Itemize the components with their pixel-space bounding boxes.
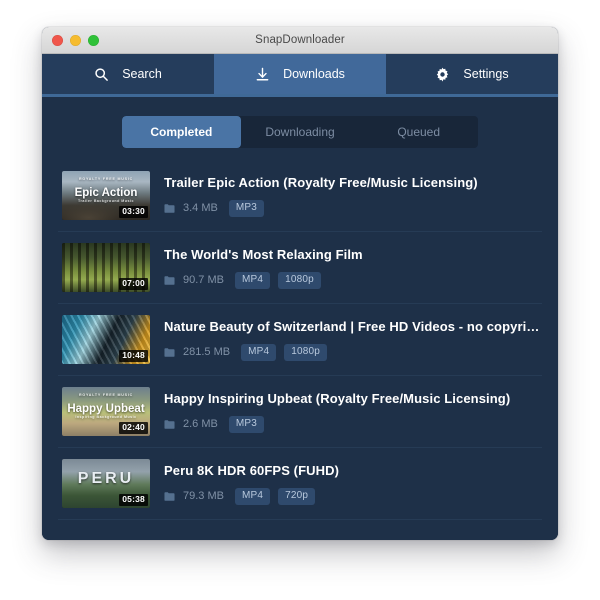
video-thumbnail[interactable]: 10:48: [62, 315, 150, 364]
download-info: The World's Most Relaxing Film 90.7 MB M…: [164, 247, 542, 289]
filter-tab-downloading[interactable]: Downloading: [241, 116, 360, 148]
nav-tab-downloads[interactable]: Downloads: [214, 54, 386, 94]
main-navbar: Search Downloads Settings: [42, 54, 558, 97]
folder-icon[interactable]: [164, 275, 175, 286]
folder-icon[interactable]: [164, 491, 175, 502]
download-title: Trailer Epic Action (Royalty Free/Music …: [164, 174, 478, 190]
duration-badge: 05:38: [119, 494, 148, 506]
duration-badge: 10:48: [119, 350, 148, 362]
traffic-lights: [52, 27, 99, 53]
download-meta: 3.4 MB MP3: [164, 199, 542, 217]
thumbnail-sub-text: Trailer Background Music: [78, 199, 134, 203]
search-icon: [94, 67, 109, 82]
folder-icon[interactable]: [164, 203, 175, 214]
thumbnail-caption: Happy Upbeat: [67, 403, 145, 415]
file-size: 3.4 MB: [183, 202, 218, 214]
status-filter-tabs: Completed Downloading Queued: [122, 116, 478, 148]
video-thumbnail[interactable]: 07:00: [62, 243, 150, 292]
download-meta: 2.6 MB MP3: [164, 415, 542, 433]
window-title: SnapDownloader: [255, 34, 345, 46]
file-size: 79.3 MB: [183, 490, 224, 502]
format-chip: 720p: [278, 487, 316, 505]
download-info: Happy Inspiring Upbeat (Royalty Free/Mus…: [164, 391, 542, 433]
download-icon: [255, 67, 270, 82]
thumbnail-top-text: ROYALTY FREE MUSIC: [78, 177, 134, 181]
filter-tab-completed-label: Completed: [150, 125, 213, 139]
download-row[interactable]: 10:48 Nature Beauty of Switzerland | Fre…: [58, 304, 542, 376]
nav-tab-settings-label: Settings: [463, 67, 509, 81]
download-info: Trailer Epic Action (Royalty Free/Music …: [164, 175, 542, 217]
video-thumbnail[interactable]: ROYALTY FREE MUSIC Happy Upbeat Inspiring …: [62, 387, 150, 436]
duration-badge: 02:40: [119, 422, 148, 434]
download-title: Nature Beauty of Switzerland | Free HD V…: [164, 318, 542, 334]
file-size: 281.5 MB: [183, 346, 231, 358]
folder-icon[interactable]: [164, 347, 175, 358]
download-row[interactable]: PERU 05:38 Peru 8K HDR 60FPS (FUHD) 79.3…: [58, 448, 542, 520]
nav-tab-search[interactable]: Search: [42, 54, 214, 94]
download-row[interactable]: ROYALTY FREE MUSIC Epic Action Trailer Bac…: [58, 160, 542, 232]
screenshot-stage: SnapDownloader Search Downloads Settings…: [0, 0, 600, 600]
close-button[interactable]: [52, 34, 63, 46]
format-chip: MP3: [228, 415, 265, 433]
download-list: ROYALTY FREE MUSIC Epic Action Trailer Bac…: [58, 160, 542, 520]
content-area: Completed Downloading Queued ROYALTY FRE…: [42, 116, 558, 540]
filter-tab-queued[interactable]: Queued: [359, 116, 478, 148]
nav-tab-search-label: Search: [122, 67, 162, 81]
filter-tab-queued-label: Queued: [397, 125, 441, 139]
download-meta: 281.5 MB MP4 1080p: [164, 343, 542, 361]
download-title: The World's Most Relaxing Film: [164, 246, 363, 262]
download-meta: 90.7 MB MP4 1080p: [164, 271, 542, 289]
file-size: 2.6 MB: [183, 418, 218, 430]
format-chip: MP4: [234, 271, 271, 289]
nav-tab-downloads-label: Downloads: [283, 67, 345, 81]
thumbnail-top-text: ROYALTY FREE MUSIC: [78, 393, 134, 397]
thumbnail-caption: Epic Action: [74, 187, 138, 199]
window-titlebar[interactable]: SnapDownloader: [42, 27, 558, 54]
thumbnail-caption: PERU: [77, 470, 135, 487]
download-meta: 79.3 MB MP4 720p: [164, 487, 542, 505]
zoom-button[interactable]: [88, 34, 99, 46]
download-info: Peru 8K HDR 60FPS (FUHD) 79.3 MB MP4 720p: [164, 463, 542, 505]
download-row[interactable]: 07:00 The World's Most Relaxing Film 90.…: [58, 232, 542, 304]
video-thumbnail[interactable]: ROYALTY FREE MUSIC Epic Action Trailer Bac…: [62, 171, 150, 220]
nav-tab-settings[interactable]: Settings: [386, 54, 558, 94]
file-size: 90.7 MB: [183, 274, 224, 286]
video-thumbnail[interactable]: PERU 05:38: [62, 459, 150, 508]
format-chip: 1080p: [278, 271, 321, 289]
format-chip: 1080p: [284, 343, 328, 361]
download-title: Happy Inspiring Upbeat (Royalty Free/Mus…: [164, 390, 511, 406]
download-title: Peru 8K HDR 60FPS (FUHD): [164, 462, 340, 478]
filter-tab-completed[interactable]: Completed: [122, 116, 241, 148]
format-chip: MP4: [241, 343, 277, 361]
gear-icon: [435, 67, 450, 82]
download-row[interactable]: ROYALTY FREE MUSIC Happy Upbeat Inspiring …: [58, 376, 542, 448]
download-info: Nature Beauty of Switzerland | Free HD V…: [164, 319, 542, 361]
thumbnail-sub-text: Inspiring Background Music: [75, 415, 137, 419]
app-window: SnapDownloader Search Downloads Settings…: [42, 27, 558, 540]
format-chip: MP3: [228, 199, 265, 217]
minimize-button[interactable]: [70, 34, 81, 46]
duration-badge: 07:00: [119, 278, 148, 290]
duration-badge: 03:30: [119, 206, 148, 218]
filter-tab-downloading-label: Downloading: [265, 125, 335, 139]
folder-icon[interactable]: [164, 419, 175, 430]
format-chip: MP4: [234, 487, 271, 505]
